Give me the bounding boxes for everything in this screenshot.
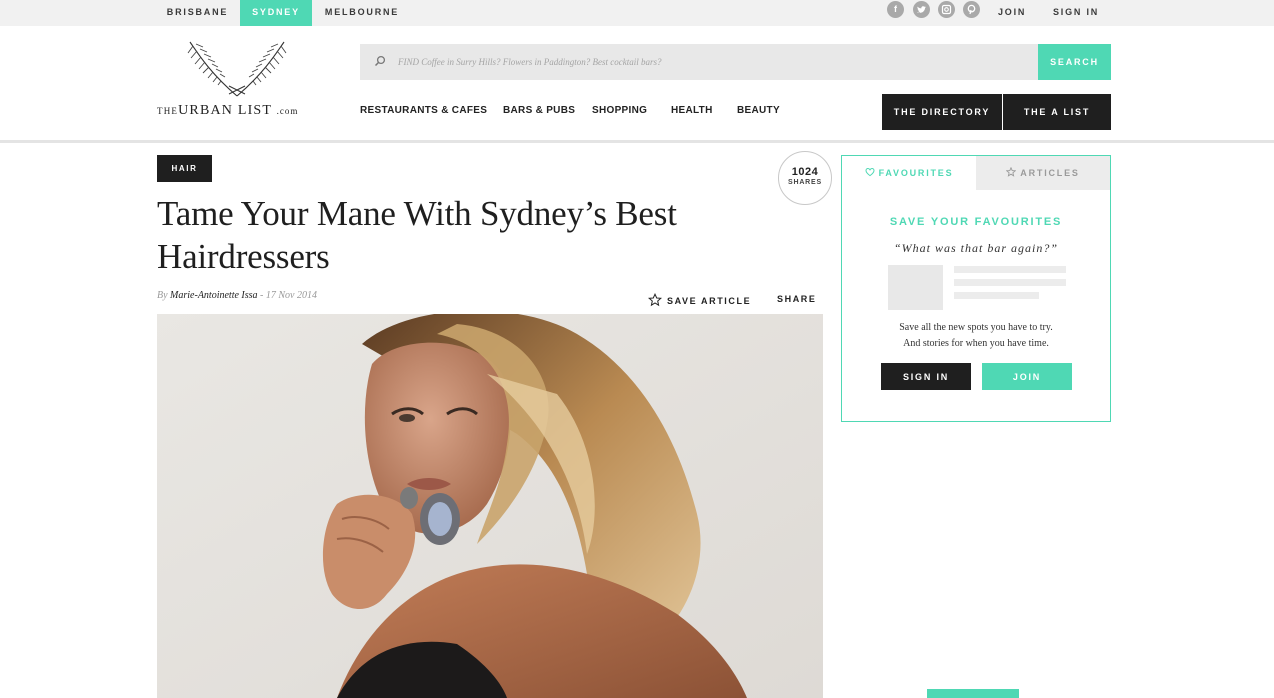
nav-health[interactable]: HEALTH (671, 105, 713, 116)
city-bar: BRISBANE SYDNEY MELBOURNE f JOIN SIGN IN (0, 0, 1274, 26)
favourites-heading: SAVE YOUR FAVOURITES (889, 216, 1063, 228)
the-a-list-button[interactable]: THE A LIST (1003, 94, 1111, 130)
heart-icon (865, 167, 875, 177)
article-date: 17 Nov 2014 (265, 290, 317, 301)
shares-label: SHARES (788, 179, 822, 186)
tab-articles[interactable]: ARTICLES (976, 156, 1110, 190)
save-article-button[interactable]: SAVE ARTICLE (648, 293, 751, 307)
favourites-quote: “What was that bar again?” (893, 241, 1059, 255)
city-brisbane-link[interactable]: BRISBANE (157, 0, 238, 26)
article-hero-image (157, 314, 823, 698)
sign-in-link[interactable]: SIGN IN (1053, 0, 1099, 26)
category-tag[interactable]: HAIR (157, 155, 212, 182)
sidebar-join-button[interactable]: JOIN (982, 363, 1072, 390)
sidebar-widget-edge (927, 689, 1019, 698)
star-icon (1006, 167, 1017, 177)
article-title: Tame Your Mane With Sydney’s Best Hairdr… (157, 194, 677, 276)
nav-restaurants-cafes[interactable]: RESTAURANTS & CAFES (360, 105, 487, 116)
nav-bars-pubs[interactable]: BARS & PUBS (503, 105, 575, 116)
shares-counter: 1024 SHARES (778, 151, 832, 205)
nav-beauty[interactable]: BEAUTY (737, 105, 780, 116)
logo-wordmark: THEURBAN LIST .com (157, 103, 299, 118)
placeholder-line (954, 279, 1066, 286)
placeholder-thumbnail (888, 265, 943, 310)
search-bar (360, 44, 1038, 80)
twitter-icon[interactable] (913, 1, 930, 18)
search-button[interactable]: SEARCH (1038, 44, 1111, 80)
hero-photo (157, 314, 823, 698)
tab-favourites[interactable]: FAVOURITES (842, 156, 976, 190)
the-directory-button[interactable]: THE DIRECTORY (882, 94, 1002, 130)
city-melbourne-link[interactable]: MELBOURNE (314, 0, 410, 26)
search-icon (374, 55, 386, 67)
favourites-description: Save all the new spots you have to try. … (899, 322, 1053, 349)
article-byline: By Marie-Antoinette Issa - 17 Nov 2014 (157, 290, 317, 301)
site-header: THEURBAN LIST .com SEARCH RESTAURANTS & … (0, 26, 1274, 143)
placeholder-line (954, 266, 1066, 273)
pinterest-icon[interactable] (963, 1, 980, 18)
instagram-icon[interactable] (938, 1, 955, 18)
favourites-panel: FAVOURITES ARTICLES SAVE YOUR FAVOURITES… (841, 155, 1111, 422)
author-link[interactable]: Marie-Antoinette Issa (170, 290, 257, 301)
urban-list-logo[interactable]: THEURBAN LIST .com (157, 38, 317, 120)
shares-count: 1024 (791, 166, 819, 178)
city-sydney-link[interactable]: SYDNEY (240, 0, 312, 26)
sidebar-sign-in-button[interactable]: SIGN IN (881, 363, 971, 390)
facebook-icon[interactable]: f (887, 1, 904, 18)
join-link[interactable]: JOIN (998, 0, 1026, 26)
nav-shopping[interactable]: SHOPPING (592, 105, 647, 116)
feather-quills-icon (187, 41, 287, 97)
star-icon (648, 293, 662, 307)
search-input[interactable] (398, 44, 1018, 80)
share-button[interactable]: SHARE (777, 294, 817, 304)
placeholder-line (954, 292, 1039, 299)
